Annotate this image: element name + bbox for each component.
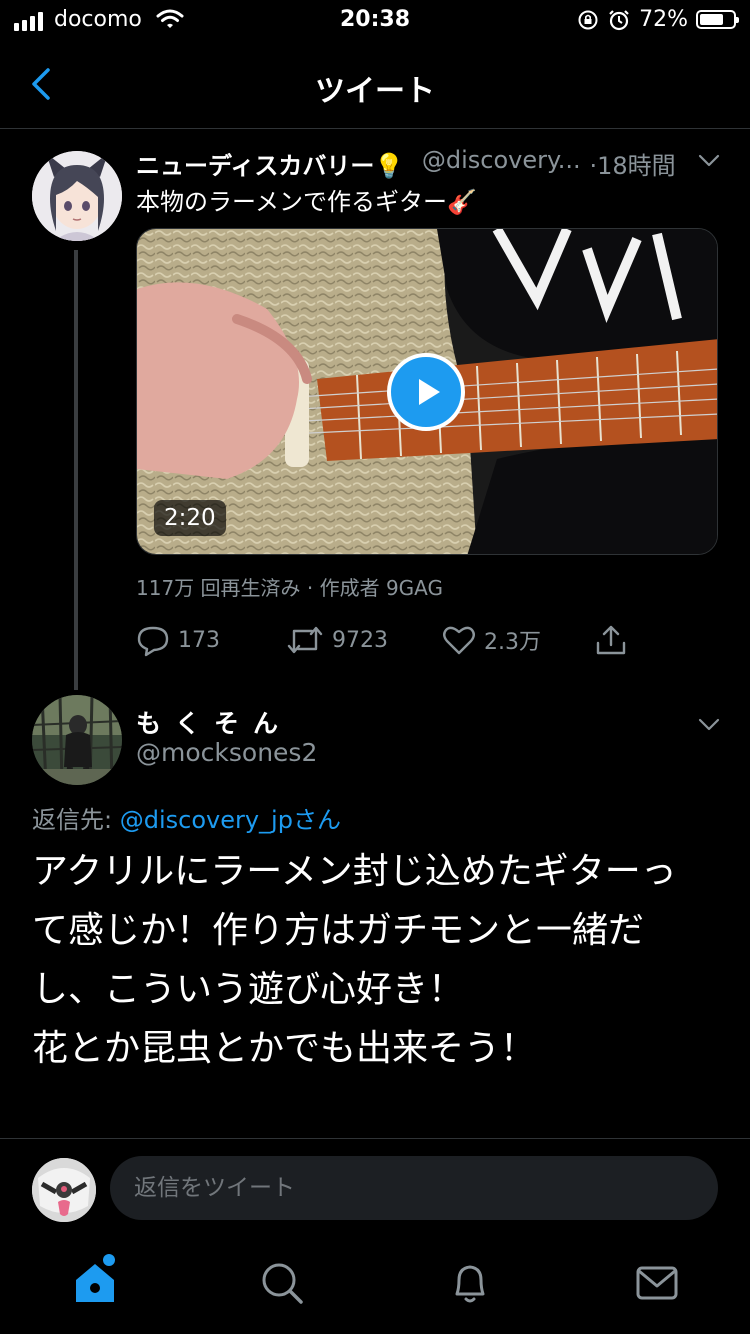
video-views: 117万 回再生済み · 作成者 9GAG [136,576,444,600]
video-duration: 2:20 [154,500,226,536]
reply-action[interactable]: 173 [136,620,220,660]
reply-author-avatar[interactable] [32,695,122,785]
reply-count: 173 [178,627,220,653]
tweet-actions: 173 9723 2.3万 [136,620,716,660]
status-bar: docomo 20:38 72% [0,0,750,40]
navigation-header: ツイート [0,44,750,129]
notifications-icon[interactable] [445,1258,495,1308]
chevron-down-icon[interactable] [696,148,722,174]
thread-line [74,250,78,690]
retweet-count: 9723 [332,627,388,653]
battery-icon [696,10,739,29]
reply-author-name[interactable]: もくそん [136,704,292,740]
tweet-time: ·18時間 [589,152,676,180]
my-avatar[interactable] [32,1158,96,1222]
composer-divider [0,1138,750,1139]
page-title: ツイート [315,74,435,109]
play-button[interactable] [387,353,465,431]
heart-icon [443,626,475,655]
tweet-text: 本物のラーメンで作るギター🎸 [136,188,477,216]
like-count: 2.3万 [484,630,541,655]
search-icon[interactable] [257,1258,307,1308]
tweet-header: ニューディスカバリー💡 @discovery... ·18時間 [136,146,716,180]
retweet-action[interactable]: 9723 [286,620,388,660]
author-handle[interactable]: @discovery... [422,146,582,174]
reply-to-prefix: 返信先: [32,806,120,834]
reply-text: アクリルにラーメン封じ込めたギターっ て感じか！作り方はガチモンと一緒だ し、こ… [32,842,722,1078]
reply-text-line: アクリルにラーメン封じ込めたギターっ [32,851,677,892]
home-icon[interactable] [70,1258,120,1308]
rotation-lock-icon [578,10,598,29]
share-action[interactable] [594,620,628,660]
reply-to-line: 返信先: @discovery_jpさん [32,800,341,835]
reply-author-handle[interactable]: @mocksones2 [136,738,317,767]
reply-input[interactable] [110,1156,718,1220]
chevron-down-icon[interactable] [696,712,722,738]
share-icon [596,625,626,655]
alarm-icon [609,9,629,30]
retweet-icon [287,626,323,654]
reply-icon [137,626,169,657]
author-avatar[interactable] [32,151,122,241]
reply-text-line: 花とか昆虫とかでも出来そう！ [32,1028,537,1069]
reply-text-line: て感じか！作り方はガチモンと一緒だ [32,910,645,951]
new-content-dot [103,1254,115,1266]
author-name[interactable]: ニューディスカバリー💡 [136,152,404,180]
reply-text-line: し、こういう遊び心好き！ [32,969,465,1010]
like-action[interactable]: 2.3万 [442,620,541,660]
messages-icon[interactable] [632,1258,682,1308]
battery-percent: 72% [639,7,688,32]
reply-to-mention[interactable]: @discovery_jpさん [120,806,341,834]
